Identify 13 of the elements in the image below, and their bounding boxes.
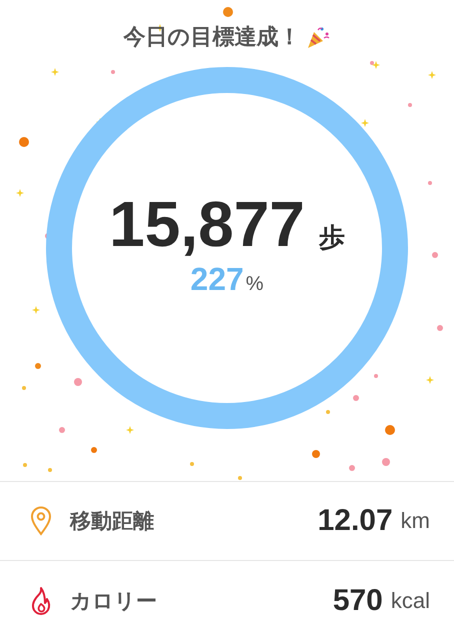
step-unit: 歩	[318, 222, 345, 254]
flame-icon	[30, 586, 52, 616]
stat-label: カロリー	[70, 588, 158, 615]
stat-unit: km	[400, 508, 430, 534]
stat-unit: kcal	[390, 588, 430, 614]
stat-value: 570	[332, 584, 383, 618]
stat-value: 12.07	[318, 504, 393, 538]
location-pin-icon	[30, 506, 52, 536]
goal-percent: 227	[190, 260, 244, 298]
percent-sign: %	[246, 272, 264, 296]
step-count: 15,877	[109, 186, 305, 260]
goal-title: 今日の目標達成！	[124, 24, 300, 52]
stat-label: 移動距離	[70, 508, 155, 535]
